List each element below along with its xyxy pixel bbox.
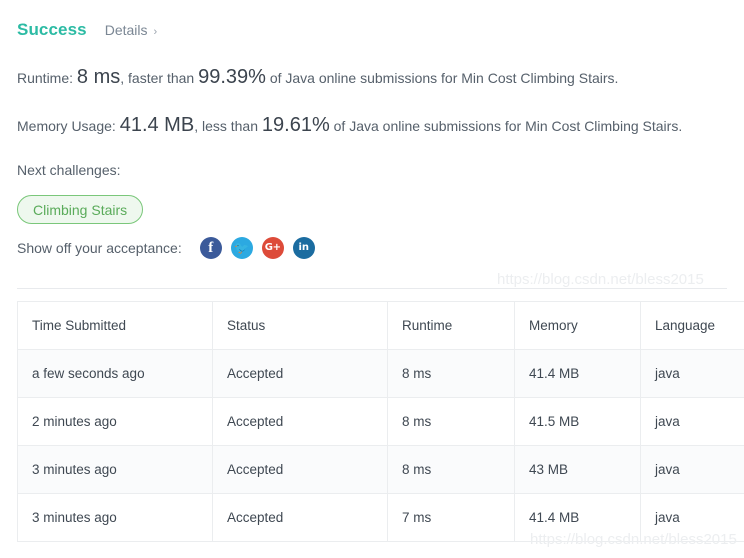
details-link-label: Details xyxy=(104,22,148,38)
table-header-row: Time Submitted Status Runtime Memory Lan… xyxy=(17,301,744,350)
cell-language: java xyxy=(640,445,744,494)
column-header-status[interactable]: Status xyxy=(212,301,388,350)
memory-label: Memory Usage: xyxy=(17,118,116,134)
table-row[interactable]: 2 minutes ago Accepted 8 ms 41.5 MB java xyxy=(17,397,744,446)
cell-time-submitted: 2 minutes ago xyxy=(17,397,213,446)
memory-percentile: 19.61% xyxy=(261,114,330,136)
memory-mid-text: , less than xyxy=(194,118,259,134)
runtime-suffix: of Java online submissions for Min Cost … xyxy=(269,70,619,86)
next-challenges-label: Next challenges: xyxy=(17,162,121,178)
cell-memory: 41.5 MB xyxy=(514,397,641,446)
cell-time-submitted: 3 minutes ago xyxy=(17,445,213,494)
table-row[interactable]: a few seconds ago Accepted 8 ms 41.4 MB … xyxy=(17,349,744,398)
cell-language: java xyxy=(640,493,744,542)
runtime-value: 8 ms xyxy=(76,66,121,88)
table-row[interactable]: 3 minutes ago Accepted 8 ms 43 MB java xyxy=(17,445,744,494)
section-divider xyxy=(17,288,727,289)
column-header-runtime[interactable]: Runtime xyxy=(387,301,515,350)
social-icons: f 🐦 G+ in xyxy=(199,237,315,259)
submissions-table: Time Submitted Status Runtime Memory Lan… xyxy=(17,301,744,542)
memory-suffix: of Java online submissions for Min Cost … xyxy=(333,118,683,134)
next-challenge-climbing-stairs[interactable]: Climbing Stairs xyxy=(17,195,144,224)
cell-status[interactable]: Accepted xyxy=(212,397,388,446)
memory-stat-line: Memory Usage: 41.4 MB, less than 19.61% … xyxy=(17,114,682,137)
facebook-icon[interactable]: f xyxy=(199,237,222,259)
cell-status[interactable]: Accepted xyxy=(212,349,388,398)
cell-language: java xyxy=(640,349,744,398)
cell-memory: 41.4 MB xyxy=(514,493,641,542)
share-row: Show off your acceptance: f 🐦 G+ in xyxy=(17,237,315,259)
cell-runtime: 8 ms xyxy=(387,349,515,398)
cell-time-submitted: a few seconds ago xyxy=(17,349,213,398)
cell-memory: 43 MB xyxy=(514,445,641,494)
column-header-language[interactable]: Language xyxy=(640,301,744,350)
watermark-top: https://blog.csdn.net/bless2015 xyxy=(497,271,704,288)
submissions-table-wrap: Time Submitted Status Runtime Memory Lan… xyxy=(17,301,744,542)
runtime-percentile: 99.39% xyxy=(198,66,266,88)
chevron-right-icon: › xyxy=(153,26,158,38)
cell-status[interactable]: Accepted xyxy=(212,493,388,542)
status-title: Success xyxy=(17,20,87,39)
linkedin-icon[interactable]: in xyxy=(292,237,315,259)
cell-runtime: 8 ms xyxy=(387,445,515,494)
column-header-memory[interactable]: Memory xyxy=(514,301,641,350)
cell-status[interactable]: Accepted xyxy=(212,445,388,494)
google-plus-icon[interactable]: G+ xyxy=(261,237,284,259)
cell-memory: 41.4 MB xyxy=(514,349,641,398)
cell-runtime: 7 ms xyxy=(387,493,515,542)
twitter-icon[interactable]: 🐦 xyxy=(230,237,253,259)
memory-value: 41.4 MB xyxy=(119,114,195,136)
details-link[interactable]: Details › xyxy=(105,22,157,38)
runtime-label: Runtime: xyxy=(17,70,74,86)
cell-language: java xyxy=(640,397,744,446)
cell-runtime: 8 ms xyxy=(387,397,515,446)
runtime-stat-line: Runtime: 8 ms, faster than 99.39% of Jav… xyxy=(17,66,618,89)
status-header: Success Details › xyxy=(17,20,157,40)
cell-time-submitted: 3 minutes ago xyxy=(17,493,213,542)
column-header-time-submitted[interactable]: Time Submitted xyxy=(17,301,213,350)
table-row[interactable]: 3 minutes ago Accepted 7 ms 41.4 MB java xyxy=(17,493,744,542)
share-label: Show off your acceptance: xyxy=(17,240,182,256)
runtime-mid-text: , faster than xyxy=(120,70,195,86)
submission-result-page: Success Details › Runtime: 8 ms, faster … xyxy=(0,0,744,558)
